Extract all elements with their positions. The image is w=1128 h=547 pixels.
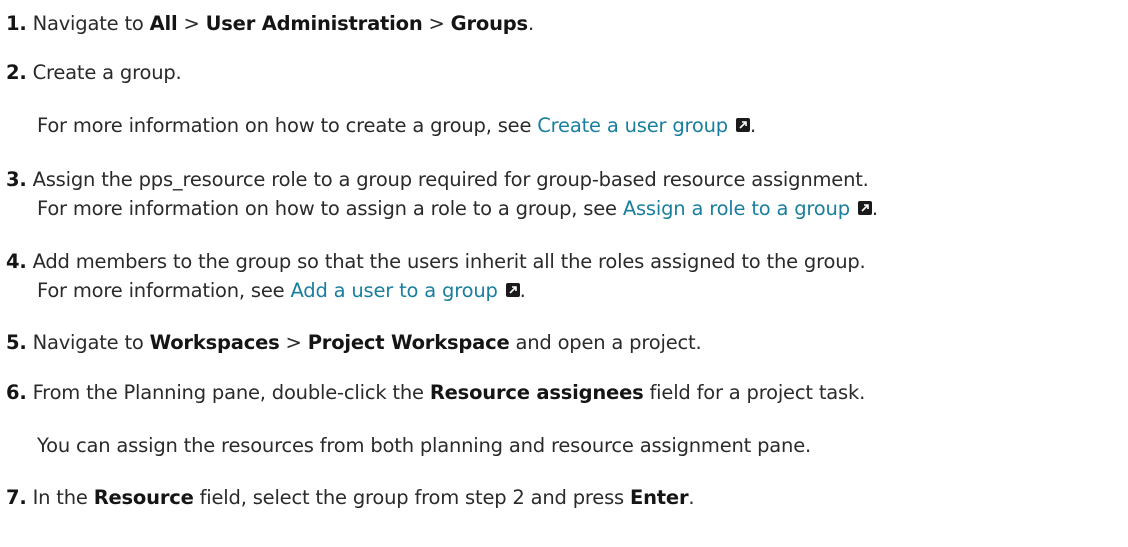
note-text: You can assign the resources from both p… (37, 434, 811, 457)
menu-workspaces: Workspaces (149, 331, 280, 354)
step-number: 4. (6, 250, 27, 273)
step-text: Create a group. (32, 61, 182, 84)
menu-project-workspace: Project Workspace (307, 331, 510, 354)
step-7: 7. In the Resource field, select the grou… (6, 485, 695, 511)
separator: > (177, 12, 206, 35)
field-resource-assignees: Resource assignees (429, 381, 644, 404)
field-resource: Resource (93, 486, 194, 509)
step-3: 3. Assign the pps_resource role to a grou… (6, 167, 869, 193)
step-text: From the Planning pane, double-click the (32, 381, 430, 404)
step-text: Assign the pps_resource role to a group … (32, 168, 869, 191)
note-text: . (749, 114, 756, 137)
step-2: 2. Create a group. (6, 60, 182, 86)
create-user-group-link[interactable]: Create a user group (537, 114, 728, 137)
note-text: . (871, 197, 878, 220)
menu-user-administration: User Administration (205, 12, 423, 35)
add-user-to-group-link[interactable]: Add a user to a group (290, 279, 497, 302)
step-text: Navigate to (32, 12, 150, 35)
step-text: . (688, 486, 695, 509)
step-number: 2. (6, 61, 27, 84)
step-5: 5. Navigate to Workspaces > Project Works… (6, 330, 702, 356)
step-3-note: For more information on how to assign a … (37, 196, 878, 222)
step-2-note: For more information on how to create a … (37, 113, 756, 139)
step-6-note: You can assign the resources from both p… (37, 433, 811, 459)
step-text: Add members to the group so that the use… (32, 250, 866, 273)
step-text: and open a project. (509, 331, 702, 354)
separator: > (279, 331, 308, 354)
menu-all: All (149, 12, 178, 35)
menu-groups: Groups (450, 12, 528, 35)
separator: > (422, 12, 451, 35)
step-text: In the (32, 486, 94, 509)
external-link-icon[interactable] (505, 282, 520, 297)
step-number: 5. (6, 331, 27, 354)
note-text: For more information on how to create a … (37, 114, 538, 137)
key-enter: Enter (630, 486, 689, 509)
external-link-icon[interactable] (735, 117, 750, 132)
step-number: 3. (6, 168, 27, 191)
external-link-icon[interactable] (857, 200, 872, 215)
step-text: Navigate to (32, 331, 150, 354)
step-number: 1. (6, 12, 27, 35)
step-4-note: For more information, see Add a user to … (37, 278, 526, 304)
note-text: For more information on how to assign a … (37, 197, 623, 220)
step-text: . (527, 12, 534, 35)
assign-role-to-group-link[interactable]: Assign a role to a group (623, 197, 850, 220)
note-text: . (519, 279, 526, 302)
step-1: 1. Navigate to All > User Administration … (6, 11, 534, 37)
step-6: 6. From the Planning pane, double-click t… (6, 380, 865, 406)
step-number: 6. (6, 381, 27, 404)
step-text: field for a project task. (643, 381, 866, 404)
step-number: 7. (6, 486, 27, 509)
note-text: For more information, see (37, 279, 291, 302)
step-4: 4. Add members to the group so that the u… (6, 249, 866, 275)
step-text: field, select the group from step 2 and … (193, 486, 630, 509)
